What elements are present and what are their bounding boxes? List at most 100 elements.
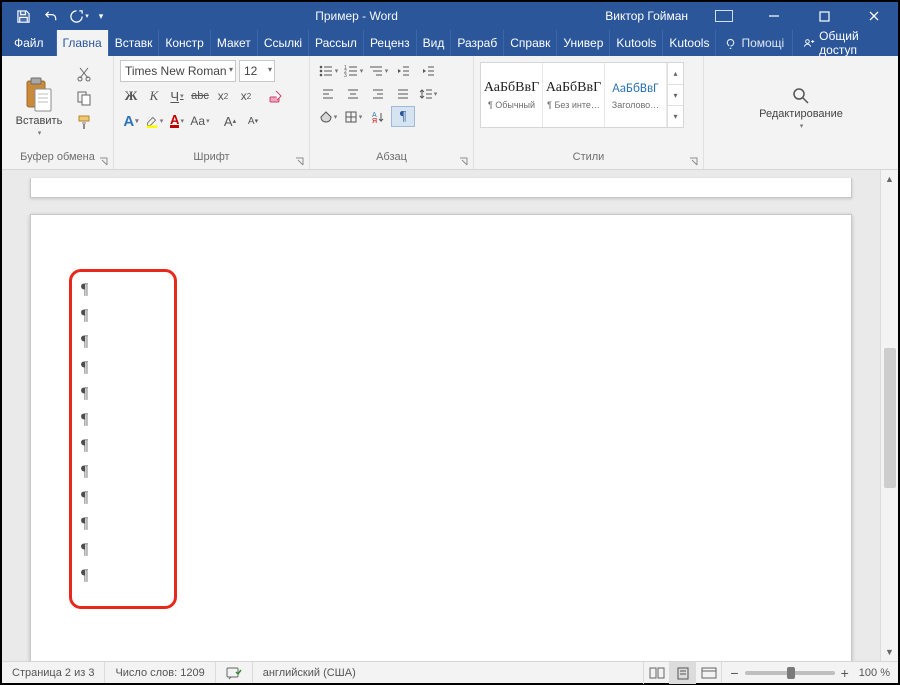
styles-gallery-more[interactable]: ▴▾▾ <box>667 63 683 127</box>
numbering-button[interactable]: 123▾ <box>341 60 365 81</box>
ribbon-display-options[interactable] <box>702 2 746 30</box>
qat-customize[interactable]: ▾ <box>94 4 108 28</box>
view-print-layout[interactable] <box>669 662 695 684</box>
tab-kutools[interactable]: Kutools <box>610 30 663 56</box>
zoom-control: − + 100 % <box>721 662 898 683</box>
tab-insert[interactable]: Вставк <box>109 30 160 56</box>
user-name[interactable]: Виктор Гойман <box>605 9 688 23</box>
tab-univer[interactable]: Универ <box>557 30 610 56</box>
tab-help[interactable]: Справк <box>504 30 557 56</box>
decrease-indent-button[interactable] <box>391 60 415 81</box>
maximize-button[interactable] <box>802 2 846 30</box>
tab-developer[interactable]: Разраб <box>451 30 504 56</box>
text-effects-button[interactable]: A▾ <box>120 110 142 132</box>
font-color-button[interactable]: A▾ <box>166 110 188 132</box>
paragraph-mark[interactable]: ¶ <box>81 433 801 459</box>
document-scroll[interactable]: ¶¶¶¶¶¶¶¶¶¶¶¶ <box>2 170 880 661</box>
clear-formatting-button[interactable] <box>265 85 287 107</box>
font-size-combo[interactable]: 12▾ <box>239 60 275 82</box>
align-center-button[interactable] <box>341 83 365 104</box>
copy-button[interactable] <box>74 88 94 108</box>
undo-button[interactable] <box>38 4 64 28</box>
styles-launcher[interactable] <box>689 157 699 167</box>
show-hide-button[interactable]: ¶ <box>391 106 415 127</box>
subscript-button[interactable]: x2 <box>212 85 234 107</box>
sort-button[interactable]: AЯ <box>366 106 390 127</box>
status-spellcheck[interactable] <box>216 662 253 683</box>
tab-design[interactable]: Констр <box>159 30 210 56</box>
status-page[interactable]: Страница 2 из 3 <box>2 662 105 683</box>
tab-mailings[interactable]: Рассыл <box>309 30 364 56</box>
italic-button[interactable]: К <box>143 85 165 107</box>
tab-home[interactable]: Главна <box>57 30 109 56</box>
group-label-font: Шрифт <box>193 151 229 163</box>
tab-layout[interactable]: Макет <box>211 30 258 56</box>
minimize-button[interactable] <box>752 2 796 30</box>
paragraph-mark[interactable]: ¶ <box>81 277 801 303</box>
paragraph-mark[interactable]: ¶ <box>81 563 801 589</box>
zoom-value[interactable]: 100 % <box>859 667 890 679</box>
cut-button[interactable] <box>74 64 94 84</box>
line-spacing-button[interactable]: ▾ <box>416 83 440 104</box>
tab-review[interactable]: Реценз <box>364 30 417 56</box>
tab-view[interactable]: Вид <box>417 30 452 56</box>
tab-references[interactable]: Ссылкі <box>258 30 309 56</box>
share-button[interactable]: Общий доступ <box>793 30 898 56</box>
paste-button[interactable]: Вставить ▾ <box>8 60 70 149</box>
shrink-font-button[interactable]: A▾ <box>242 110 264 132</box>
save-button[interactable] <box>10 4 36 28</box>
strikethrough-button[interactable]: abc <box>189 85 211 107</box>
editing-menu[interactable]: Редактирование ▾ <box>751 60 851 149</box>
multilevel-list-button[interactable]: ▾ <box>366 60 390 81</box>
underline-button[interactable]: Ч▾ <box>166 85 188 107</box>
paragraph-launcher[interactable] <box>459 157 469 167</box>
clipboard-launcher[interactable] <box>99 157 109 167</box>
paragraph-mark[interactable]: ¶ <box>81 329 801 355</box>
styles-gallery[interactable]: АаБбВвГ ¶ Обычный АаБбВвГ ¶ Без инте… Аа… <box>480 62 684 128</box>
style-no-spacing[interactable]: АаБбВвГ ¶ Без инте… <box>543 63 605 127</box>
borders-button[interactable]: ▾ <box>341 106 365 127</box>
grow-font-button[interactable]: A▴ <box>219 110 241 132</box>
scroll-up[interactable]: ▲ <box>881 170 898 188</box>
highlight-color-button[interactable]: ▾ <box>143 110 165 132</box>
paragraph-mark[interactable]: ¶ <box>81 537 801 563</box>
tab-file[interactable]: Файл <box>2 30 57 56</box>
tab-kutools-plus[interactable]: Kutools <box>663 30 716 56</box>
view-web-layout[interactable] <box>695 662 721 684</box>
scroll-down[interactable]: ▼ <box>881 643 898 661</box>
paragraph-mark[interactable]: ¶ <box>81 381 801 407</box>
view-read-mode[interactable] <box>643 662 669 684</box>
page[interactable]: ¶¶¶¶¶¶¶¶¶¶¶¶ <box>30 214 852 661</box>
shading-button[interactable]: ▾ <box>316 106 340 127</box>
tell-me[interactable]: Помощі <box>716 30 793 56</box>
format-painter-button[interactable] <box>74 112 94 132</box>
align-left-button[interactable] <box>316 83 340 104</box>
style-normal[interactable]: АаБбВвГ ¶ Обычный <box>481 63 543 127</box>
superscript-button[interactable]: x2 <box>235 85 257 107</box>
zoom-slider[interactable] <box>745 671 835 675</box>
scroll-thumb[interactable] <box>884 348 896 488</box>
paragraph-mark[interactable]: ¶ <box>81 459 801 485</box>
paragraph-mark[interactable]: ¶ <box>81 407 801 433</box>
paragraph-mark[interactable]: ¶ <box>81 485 801 511</box>
change-case-button[interactable]: Aa▾ <box>189 110 211 132</box>
font-launcher[interactable] <box>295 157 305 167</box>
title-bar: ▾ ▾ Пример - Word Виктор Гойман <box>2 2 898 30</box>
close-button[interactable] <box>852 2 896 30</box>
paragraph-mark[interactable]: ¶ <box>81 303 801 329</box>
style-heading1[interactable]: АаБбВвГ Заголово… <box>605 63 667 127</box>
status-language[interactable]: английский (США) <box>253 662 366 683</box>
bold-button[interactable]: Ж <box>120 85 142 107</box>
font-name-combo[interactable]: Times New Roman▾ <box>120 60 236 82</box>
paragraph-mark[interactable]: ¶ <box>81 511 801 537</box>
status-word-count[interactable]: Число слов: 1209 <box>105 662 215 683</box>
align-right-button[interactable] <box>366 83 390 104</box>
bullets-button[interactable]: ▾ <box>316 60 340 81</box>
increase-indent-button[interactable] <box>416 60 440 81</box>
redo-button[interactable]: ▾ <box>66 4 92 28</box>
paragraph-mark[interactable]: ¶ <box>81 355 801 381</box>
justify-button[interactable] <box>391 83 415 104</box>
zoom-out-button[interactable]: − <box>730 665 738 681</box>
zoom-in-button[interactable]: + <box>841 665 849 681</box>
vertical-scrollbar[interactable]: ▲ ▼ <box>880 170 898 661</box>
